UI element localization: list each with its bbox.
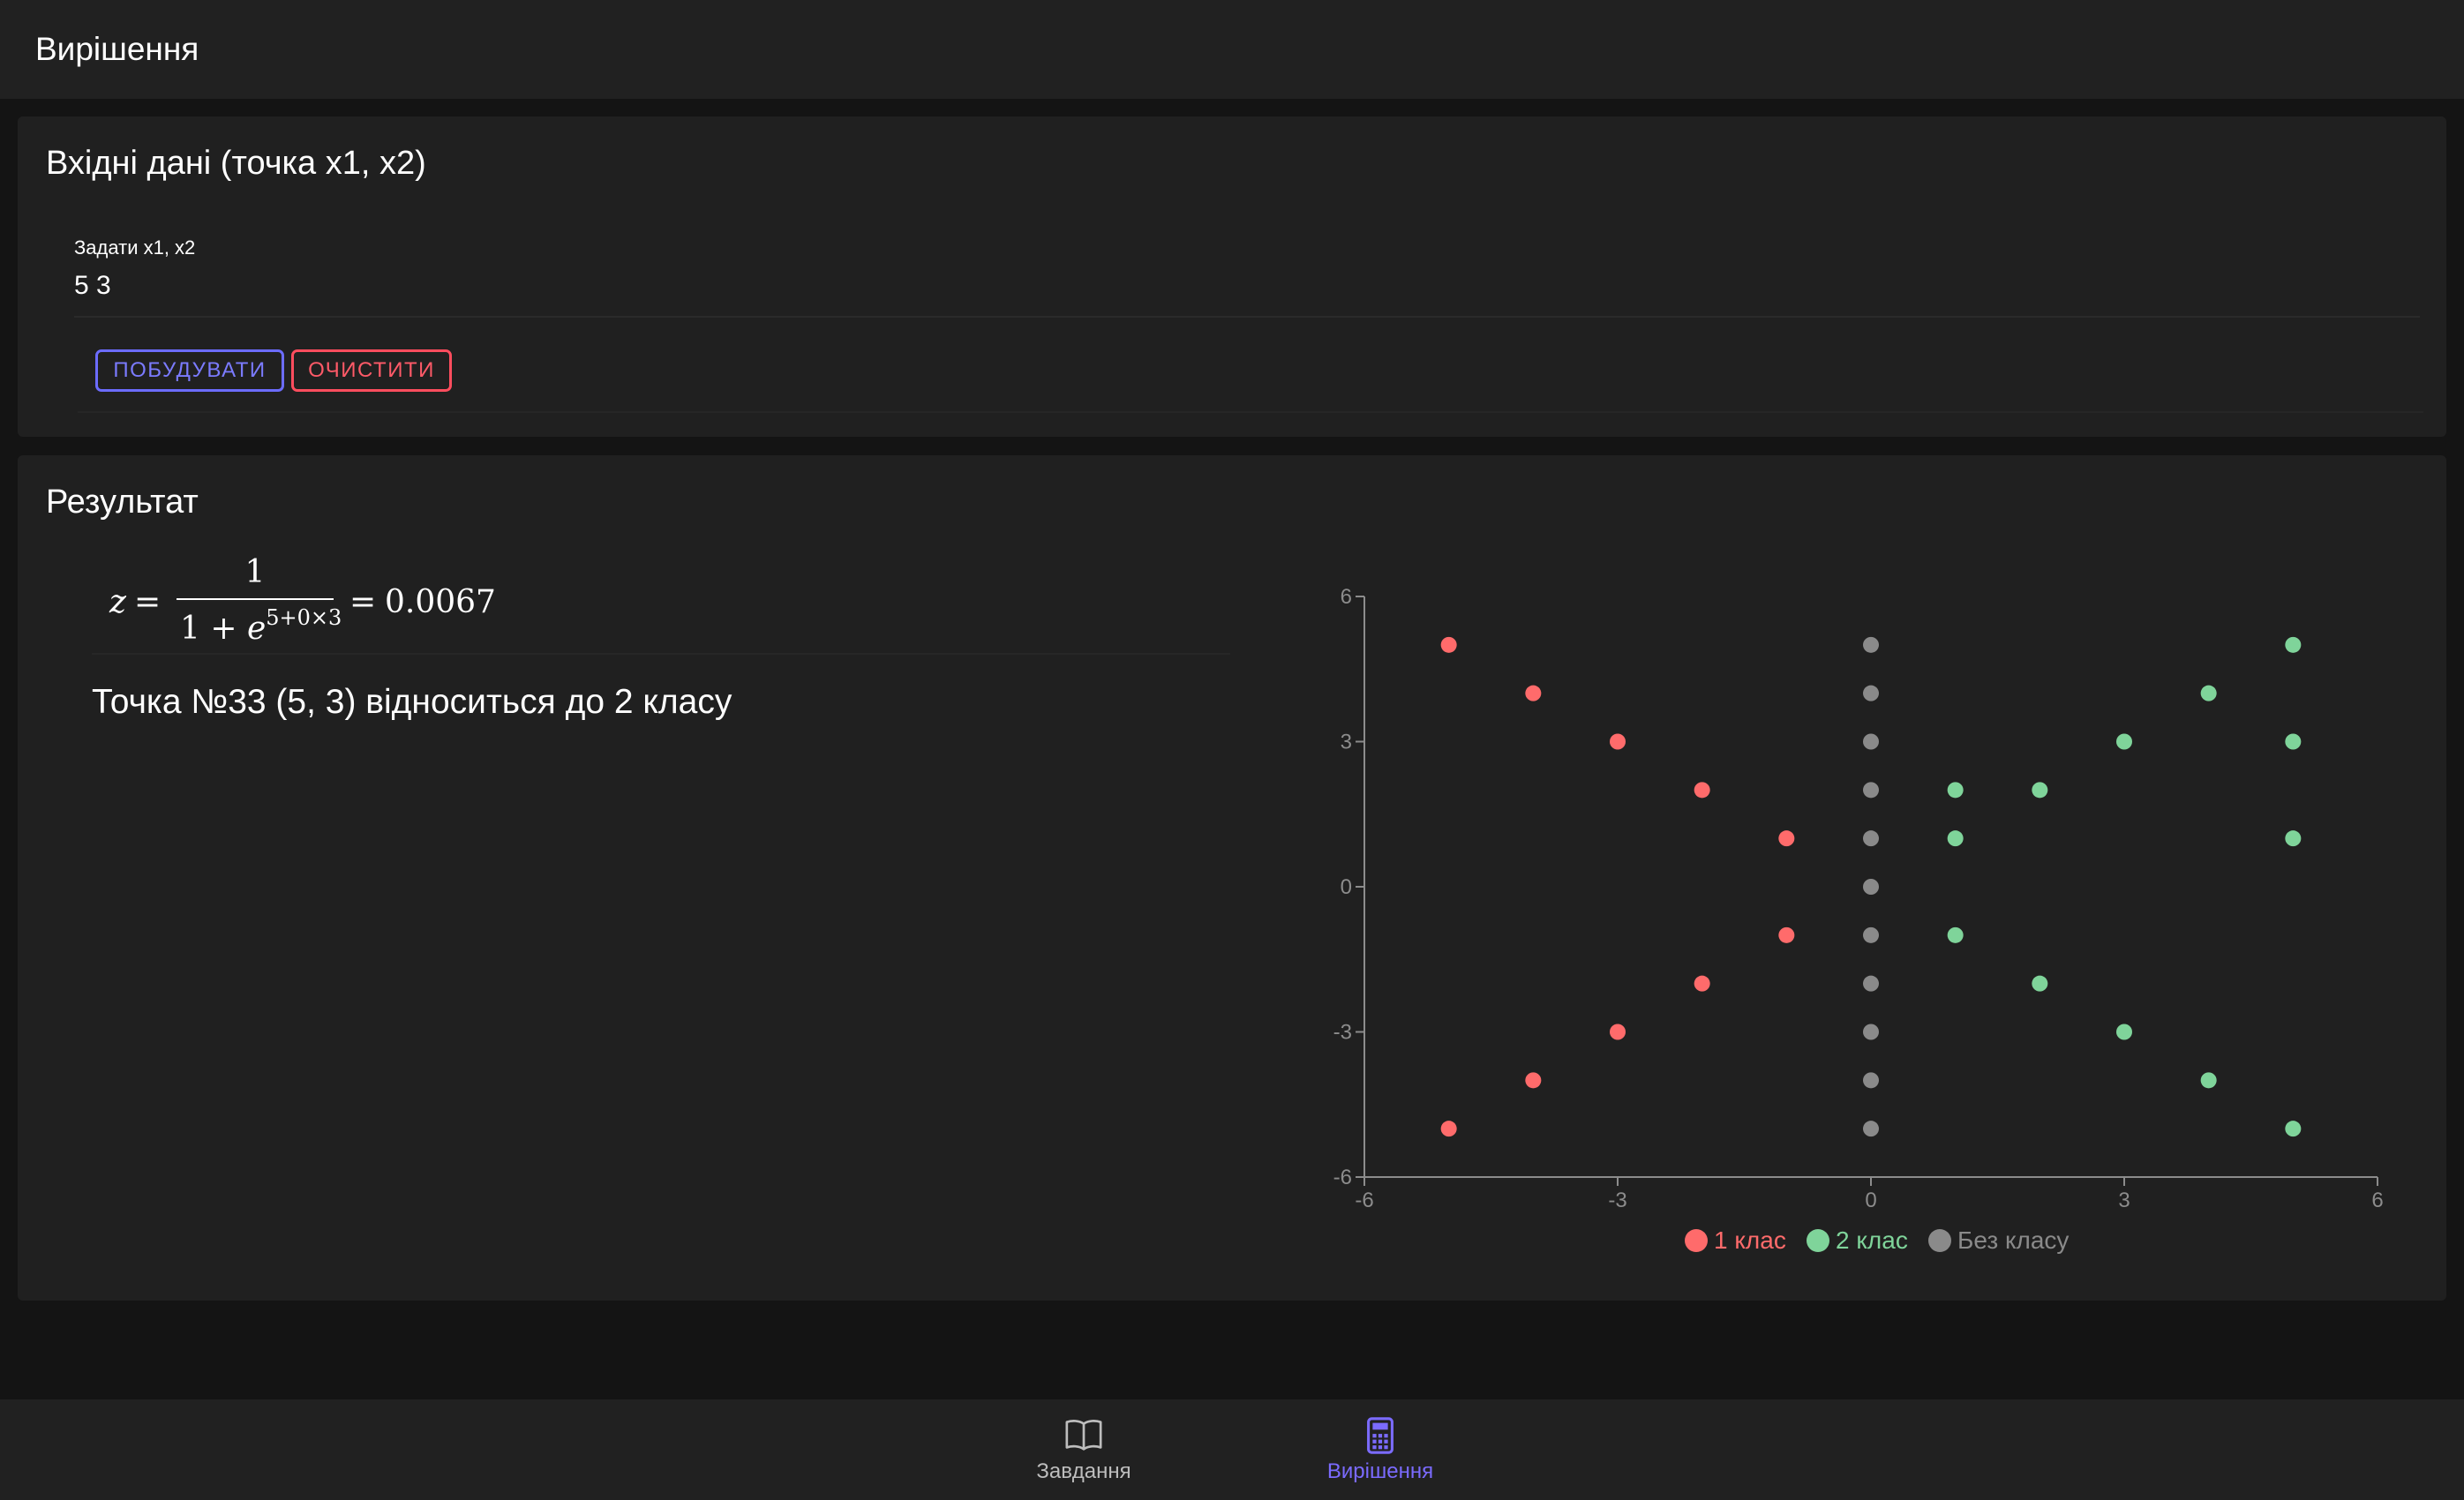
data-point-series-2 [1947, 830, 1964, 847]
legend-marker-3 [1928, 1229, 1951, 1252]
data-point-series-2 [2032, 975, 2048, 992]
y-tick-label: 0 [1341, 875, 1352, 899]
data-point-series-2 [2200, 685, 2217, 701]
data-point-series-2 [2285, 733, 2302, 750]
data-point-series-2 [1947, 926, 1964, 943]
data-point-series-3 [1863, 975, 1879, 992]
formula-lhs: z [109, 584, 126, 620]
sigmoid-formula: z = 1 1 + e5+0×3 = 0.0067 [92, 547, 1230, 655]
x-tick-label: -6 [1355, 1189, 1373, 1212]
build-button[interactable]: ПОБУДУВАТИ [95, 349, 284, 392]
y-tick-label: -6 [1333, 1166, 1352, 1189]
app-bar: Вирішення [0, 0, 2464, 99]
data-point-series-2 [2200, 1072, 2217, 1089]
data-point-series-1 [1694, 782, 1710, 799]
data-point-series-1 [1694, 975, 1710, 992]
calculator-icon [1367, 1417, 1394, 1454]
data-point-series-3 [1863, 879, 1879, 895]
data-point-series-1 [1440, 636, 1457, 653]
nav-item-solve[interactable]: Вирішення [1283, 1399, 1477, 1500]
formula-equals-result: = [349, 584, 377, 620]
data-point-series-2 [1947, 782, 1964, 799]
data-point-series-2 [2116, 733, 2132, 750]
fraction-bar [177, 598, 334, 600]
formula-equals: = [134, 584, 162, 620]
data-point-series-3 [1863, 685, 1879, 701]
data-point-series-1 [1610, 1024, 1626, 1040]
page-title: Вирішення [35, 31, 199, 67]
data-point-series-3 [1863, 636, 1879, 653]
x-tick-label: -3 [1608, 1189, 1626, 1212]
x-tick-label: 0 [1865, 1189, 1876, 1212]
data-point-series-3 [1863, 1024, 1879, 1040]
data-point-series-1 [1778, 926, 1795, 943]
data-point-series-1 [1778, 830, 1795, 847]
coordinates-field: Задати x1, x2 [74, 236, 2420, 318]
legend-label-2: 2 клас [1836, 1226, 1908, 1254]
result-card: Результат z = 1 1 + e5+0×3 = 0.0067 Точк… [18, 455, 2446, 1301]
x-tick-label: 6 [2371, 1189, 2383, 1212]
legend-label-1: 1 клас [1714, 1226, 1786, 1254]
data-point-series-3 [1863, 830, 1879, 847]
formula-numerator: 1 [244, 554, 266, 590]
nav-item-tasks[interactable]: Завдання [987, 1399, 1181, 1500]
formula-denominator: 1 + e5+0×3 [180, 605, 342, 647]
data-point-series-2 [2285, 636, 2302, 653]
coordinates-input[interactable] [74, 266, 604, 305]
data-point-series-2 [2032, 782, 2048, 799]
result-card-title: Результат [46, 484, 199, 521]
data-point-series-1 [1610, 733, 1626, 750]
data-point-series-2 [2116, 1024, 2132, 1040]
data-point-series-2 [2285, 1121, 2302, 1137]
nav-tasks-label: Завдання [1036, 1459, 1131, 1483]
nav-solve-label: Вирішення [1326, 1459, 1434, 1483]
data-point-series-3 [1863, 733, 1879, 750]
bottom-navigation: Завдання Вирішення [0, 1399, 2464, 1500]
formula-denominator-base: 1 + [180, 611, 247, 647]
data-point-series-3 [1863, 1072, 1879, 1089]
data-point-series-1 [1525, 685, 1542, 701]
data-point-series-3 [1863, 926, 1879, 943]
formula-e: e [246, 611, 267, 647]
data-point-series-2 [2285, 830, 2302, 847]
y-tick-label: 3 [1341, 731, 1352, 754]
coordinates-field-label: Задати x1, x2 [74, 236, 196, 259]
data-point-series-3 [1863, 782, 1879, 799]
data-point-series-1 [1440, 1121, 1457, 1137]
formula-value: 0.0067 [385, 584, 496, 620]
open-book-icon [1065, 1420, 1102, 1451]
clear-button[interactable]: ОЧИСТИТИ [291, 349, 452, 392]
result-text: Точка №33 (5, 3) відноситься до 2 класу [92, 683, 732, 721]
input-card-title: Вхідні дані (точка x1, x2) [46, 145, 426, 182]
y-tick-label: -3 [1333, 1021, 1352, 1045]
formula-exponent: 5+0×3 [266, 605, 342, 630]
legend-label-3: Без класу [1957, 1226, 2069, 1254]
data-point-series-3 [1863, 1121, 1879, 1137]
input-card: Вхідні дані (точка x1, x2) Задати x1, x2… [18, 116, 2446, 437]
legend-marker-2 [1807, 1229, 1829, 1252]
y-tick-label: 6 [1341, 585, 1352, 609]
data-point-series-1 [1525, 1072, 1542, 1089]
button-row: ПОБУДУВАТИ ОЧИСТИТИ [78, 349, 2423, 413]
x-tick-label: 3 [2118, 1189, 2130, 1212]
formula-fraction: 1 1 + e5+0×3 [177, 554, 342, 647]
legend-marker-1 [1685, 1229, 1708, 1252]
scatter-chart: -6 -3 0 3 6 6 3 0 -3 -6 1 клас 2 клас Без класу [1333, 585, 2384, 1254]
